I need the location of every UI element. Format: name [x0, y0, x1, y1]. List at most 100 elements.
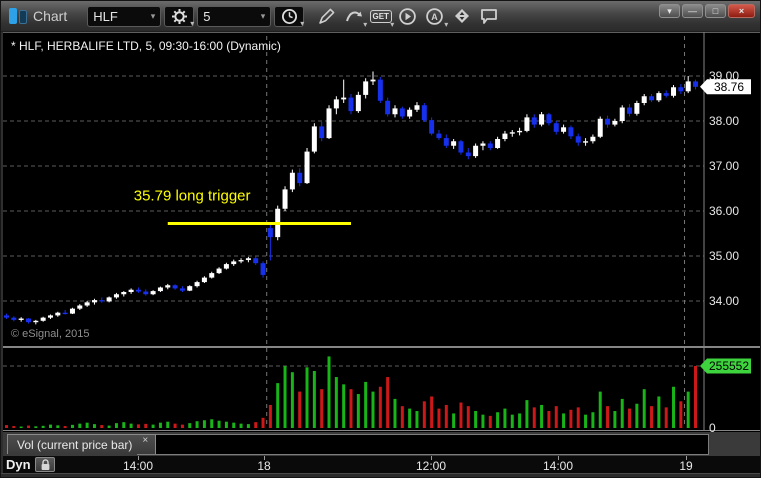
- time-axis-label: 14:00: [122, 459, 154, 473]
- candle-body: [502, 133, 508, 139]
- candle-body: [245, 258, 251, 261]
- volume-bar: [569, 409, 573, 428]
- interval-combobox[interactable]: 5 ▾: [197, 5, 272, 27]
- candle-body: [319, 126, 325, 139]
- gear-icon: [171, 8, 187, 24]
- chevron-down-icon[interactable]: ▾: [145, 11, 156, 22]
- comment-button[interactable]: [476, 5, 501, 27]
- speech-bubble-icon: [480, 9, 497, 24]
- get-data-button[interactable]: GET ▾: [368, 5, 394, 29]
- volume-bar: [239, 423, 243, 428]
- close-button[interactable]: ×: [728, 4, 755, 18]
- candle-body: [165, 285, 171, 288]
- volume-bar: [657, 396, 661, 428]
- volume-bar: [554, 406, 558, 428]
- volume-bar: [415, 411, 419, 428]
- candle-body: [583, 141, 589, 143]
- style-button[interactable]: [449, 5, 474, 27]
- time-axis-label: 12:00: [415, 459, 447, 473]
- current-volume-badge-text: 255552: [709, 359, 749, 373]
- volume-bar: [334, 377, 338, 428]
- chevron-down-icon[interactable]: ▾: [255, 11, 266, 22]
- chart-window: Chart HLF ▾ ▾ 5 ▾ ▾ ▾ GET ▾ A ▾ ▾ — □ × …: [0, 0, 761, 478]
- volume-bar: [70, 424, 74, 428]
- maximize-button[interactable]: □: [705, 4, 726, 18]
- letter-a-circle-icon: A: [426, 7, 444, 25]
- chevron-down-icon: ▾: [444, 20, 449, 29]
- volume-bar: [166, 421, 170, 428]
- annotation-button[interactable]: A ▾: [422, 5, 449, 29]
- candle-body: [546, 114, 552, 124]
- close-tab-icon[interactable]: ×: [142, 435, 148, 446]
- volume-bar: [254, 422, 258, 428]
- chart-area[interactable]: * HLF, HERBALIFE LTD, 5, 09:30-16:00 (Dy…: [3, 32, 760, 473]
- volume-bar: [459, 402, 463, 428]
- candle-body: [55, 312, 61, 316]
- window-title: Chart: [33, 8, 68, 24]
- candle-body: [121, 292, 127, 295]
- candle-body: [194, 282, 200, 287]
- candlestick-series: [4, 71, 699, 325]
- candle-body: [392, 108, 398, 115]
- candle-body: [531, 117, 537, 125]
- volume-bar: [679, 401, 683, 428]
- candle-body: [69, 308, 75, 314]
- time-axis-label: 19: [679, 459, 693, 473]
- candle-body: [179, 288, 185, 291]
- candle-body: [99, 300, 105, 302]
- volume-bar: [283, 366, 287, 428]
- price-axis-label: 36.00: [709, 204, 739, 218]
- tab-volume-study[interactable]: Vol (current price bar) ×: [7, 434, 157, 454]
- volume-bar: [386, 377, 390, 428]
- window-menu-button[interactable]: ▾: [659, 4, 680, 18]
- pane-tab-strip: Vol (current price bar) ×: [3, 432, 760, 456]
- volume-bar: [378, 386, 382, 428]
- candle-body: [84, 302, 90, 306]
- volume-bar: [356, 394, 360, 428]
- volume-bar: [576, 407, 580, 428]
- maximize-icon: □: [712, 6, 719, 16]
- symbol-settings-button[interactable]: ▾: [164, 5, 195, 27]
- candle-body: [487, 143, 493, 148]
- time-template-button[interactable]: ▾: [274, 5, 305, 28]
- volume-bar: [41, 425, 45, 428]
- candle-body: [304, 151, 310, 184]
- candle-body: [597, 118, 603, 137]
- minimize-button[interactable]: —: [682, 4, 703, 18]
- candle-body: [209, 273, 215, 278]
- candle-body: [414, 105, 420, 110]
- volume-bar: [620, 398, 624, 428]
- volume-bar: [635, 403, 639, 428]
- volume-bar: [48, 424, 52, 428]
- candle-body: [106, 297, 112, 302]
- symbol-combobox[interactable]: HLF ▾: [87, 5, 162, 27]
- candle-body: [363, 81, 369, 95]
- chart-canvas[interactable]: 39.0038.0037.0036.0035.0034.00035.79 lon…: [3, 32, 760, 435]
- playback-button[interactable]: [395, 5, 420, 27]
- candle-body: [135, 289, 141, 292]
- time-axis-bar: Dyn 14:00 18 12:00 14:00 19: [3, 456, 760, 473]
- diamond-arrows-icon: [454, 9, 469, 23]
- copyright-text: © eSignal, 2015: [11, 328, 90, 340]
- volume-bar: [547, 411, 551, 428]
- trendline-tools-button[interactable]: ▾: [341, 5, 367, 29]
- draw-tool-button[interactable]: [314, 5, 339, 27]
- chevron-down-icon: ▾: [300, 18, 305, 28]
- dynamic-mode-label: Dyn: [6, 457, 31, 472]
- trigger-text-annotation[interactable]: 35.79 long trigger: [134, 187, 251, 204]
- clock-icon: [281, 8, 297, 24]
- volume-bar: [312, 370, 316, 428]
- volume-bar: [686, 391, 690, 428]
- candle-body: [377, 79, 383, 101]
- candle-body: [671, 87, 677, 96]
- volume-bar: [276, 383, 280, 428]
- time-lock-button[interactable]: [35, 457, 55, 472]
- volume-bar: [261, 417, 265, 428]
- volume-bar: [694, 366, 698, 428]
- volume-bar: [540, 404, 544, 428]
- candle-body: [495, 139, 501, 148]
- candle-body: [553, 123, 559, 132]
- price-axis-label: 38.00: [709, 114, 739, 128]
- volume-bar: [488, 415, 492, 428]
- candle-body: [568, 127, 574, 137]
